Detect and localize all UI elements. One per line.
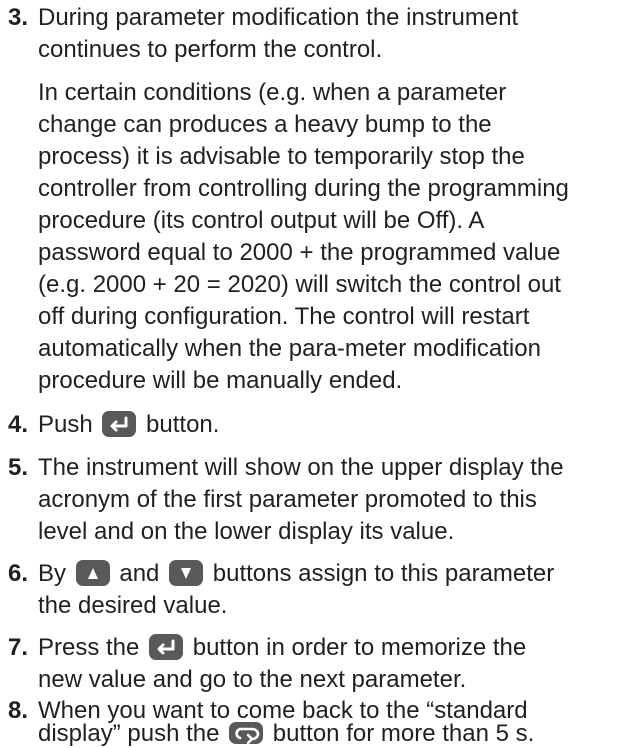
note-line: process) it is advisable to temporarily … bbox=[38, 143, 525, 170]
step-line: During parameter modification the instru… bbox=[38, 4, 519, 31]
step-text: During parameter modification the instru… bbox=[38, 2, 635, 66]
step-line: By and buttons assign to this parameter bbox=[38, 558, 635, 590]
step-8: 8. When you want to come back to the “st… bbox=[0, 697, 635, 747]
step-7: 7. Press the button in order to memorize… bbox=[0, 632, 635, 696]
step-number: 8. bbox=[8, 697, 29, 724]
step-text-end: button in order to memorize the bbox=[192, 634, 527, 661]
step-5: 5. The instrument will show on the upper… bbox=[0, 452, 635, 548]
enter-key-icon bbox=[102, 411, 137, 437]
step-text: The instrument will show on the upper di… bbox=[38, 452, 635, 548]
step-line: level and on the lower display its value… bbox=[38, 518, 455, 545]
step-text-end: button for more than 5 s. bbox=[272, 720, 535, 747]
step-text-start: display” push the bbox=[38, 720, 220, 747]
step-text-end: button. bbox=[146, 411, 220, 438]
step-6: 6. By and buttons assign to this paramet… bbox=[0, 558, 635, 622]
note-line: change can produces a heavy bump to the bbox=[38, 111, 492, 138]
down-arrow-key-icon bbox=[169, 560, 204, 586]
step-text: When you want to come back to the “stand… bbox=[38, 697, 635, 747]
step-text-start: Push bbox=[38, 411, 93, 438]
step-line: When you want to come back to the “stand… bbox=[38, 697, 528, 724]
exit-loop-key-icon bbox=[229, 722, 264, 745]
step-3-note: In certain conditions (e.g. when a param… bbox=[38, 77, 635, 397]
step-line: display” push the button for more than 5… bbox=[38, 720, 635, 747]
step-line: new value and go to the next parameter. bbox=[38, 666, 467, 693]
step-number: 3. bbox=[8, 4, 29, 31]
note-line: In certain conditions (e.g. when a param… bbox=[38, 79, 507, 106]
note-line: off during configuration. The control wi… bbox=[38, 303, 530, 330]
step-4: 4. Push button. bbox=[0, 409, 635, 441]
step-line: continues to perform the control. bbox=[38, 36, 383, 63]
step-text-mid: and bbox=[119, 560, 160, 587]
step-text-start: Press the bbox=[38, 634, 140, 661]
step-line: the desired value. bbox=[38, 592, 228, 619]
enter-key-icon bbox=[149, 634, 184, 660]
step-number: 4. bbox=[8, 411, 29, 438]
step-line: acronym of the first parameter promoted … bbox=[38, 486, 537, 513]
step-3: 3. During parameter modification the ins… bbox=[0, 2, 635, 66]
note-line: procedure (its control output will be Of… bbox=[38, 207, 485, 234]
note-line: password equal to 2000 + the programmed … bbox=[38, 239, 561, 266]
note-line: (e.g. 2000 + 20 = 2020) will switch the … bbox=[38, 271, 561, 298]
step-number: 5. bbox=[8, 454, 29, 481]
note-line: automatically when the para-meter modifi… bbox=[38, 335, 541, 362]
step-text-start: By bbox=[38, 560, 67, 587]
step-line: The instrument will show on the upper di… bbox=[38, 454, 564, 481]
step-number: 7. bbox=[8, 634, 29, 661]
step-line: Press the button in order to memorize th… bbox=[38, 632, 635, 664]
step-text-end: buttons assign to this parameter bbox=[212, 560, 555, 587]
up-arrow-key-icon bbox=[75, 560, 110, 586]
step-text: Push button. bbox=[38, 409, 635, 441]
note-line: procedure will be manually ended. bbox=[38, 367, 403, 394]
manual-page: 3. During parameter modification the ins… bbox=[0, 0, 635, 747]
note-line: controller from controlling during the p… bbox=[38, 175, 569, 202]
step-text: By and buttons assign to this parameter … bbox=[38, 558, 635, 622]
step-text: Press the button in order to memorize th… bbox=[38, 632, 635, 696]
step-number: 6. bbox=[8, 560, 29, 587]
